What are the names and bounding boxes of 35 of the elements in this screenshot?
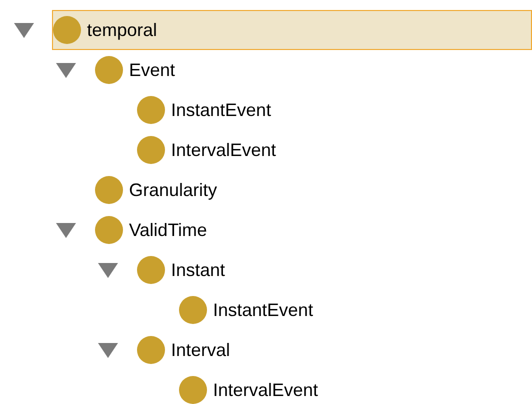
tree-item-label: ValidTime [129,218,208,242]
tree-item-label: temporal [87,18,158,42]
tree-item-label: Event [129,58,176,82]
class-circle-icon [95,216,123,244]
class-circle-icon [95,176,123,204]
tree-item-label: Interval [171,338,230,362]
tree-item[interactable]: InstantEvent [178,290,532,330]
tree-item-label: InstantEvent [171,98,272,122]
class-circle-icon [137,336,165,364]
class-circle-icon [95,56,123,84]
tree-item[interactable]: ValidTime [94,210,532,250]
class-circle-icon [53,16,81,44]
tree-item[interactable]: temporal [52,10,532,50]
expand-toggle-icon[interactable] [98,342,118,358]
expand-toggle-icon[interactable] [56,222,76,238]
tree-item[interactable]: Instant [136,250,532,290]
tree-item-label: InstantEvent [213,298,314,322]
tree-item[interactable]: IntervalEvent [178,370,532,404]
class-circle-icon [179,376,207,404]
tree-item[interactable]: Interval [136,330,532,370]
class-circle-icon [137,136,165,164]
class-circle-icon [137,96,165,124]
tree-item-label: Instant [171,258,226,282]
tree-item-label: IntervalEvent [213,378,318,402]
expand-toggle-icon[interactable] [14,22,34,38]
tree-item[interactable]: Granularity [94,170,532,210]
class-circle-icon [179,296,207,324]
expand-toggle-icon[interactable] [98,262,118,278]
tree-item[interactable]: Event [94,50,532,90]
tree-item-label: Granularity [129,178,218,202]
expand-toggle-icon[interactable] [56,62,76,78]
class-circle-icon [137,256,165,284]
tree-item-label: IntervalEvent [171,138,276,162]
tree-item[interactable]: InstantEvent [136,90,532,130]
tree-item[interactable]: IntervalEvent [136,130,532,170]
